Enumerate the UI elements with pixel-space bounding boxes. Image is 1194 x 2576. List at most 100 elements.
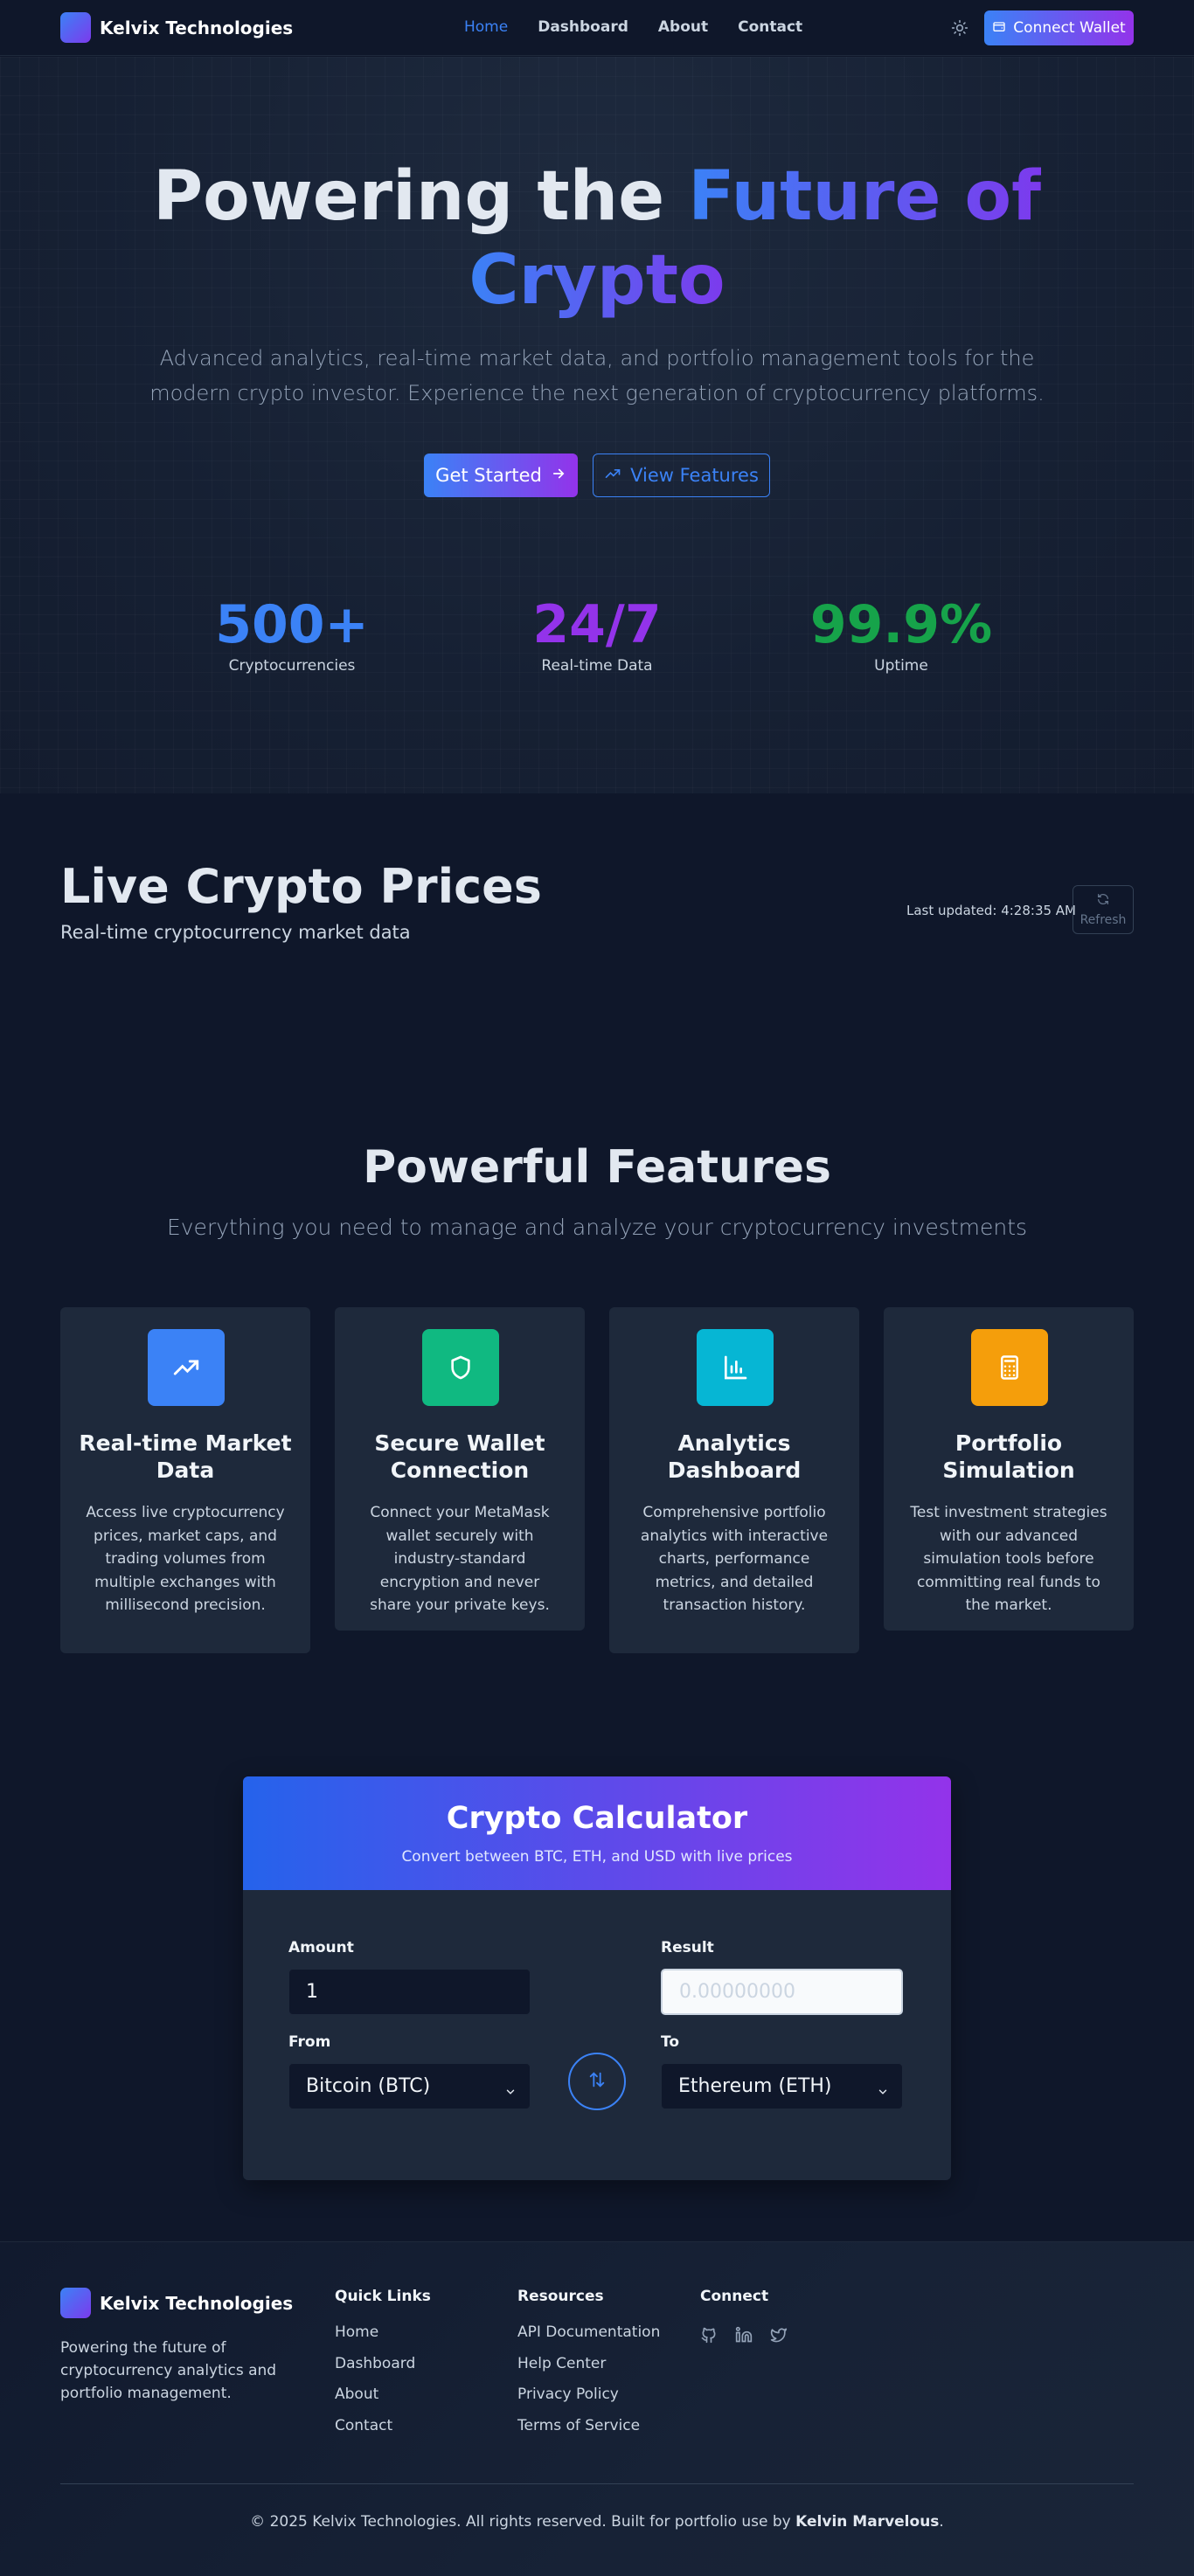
footer-resources: Resources API Documentation Help Center … bbox=[517, 2288, 660, 2441]
card-description: Access live cryptocurrency prices, marke… bbox=[86, 1504, 285, 1614]
hero-title: Powering the Future of Crypto bbox=[0, 155, 1194, 322]
footer-column-title: Quick Links bbox=[335, 2288, 431, 2305]
result-field[interactable]: 0.00000000 bbox=[661, 1969, 903, 2015]
footer-link-help-center[interactable]: Help Center bbox=[517, 2349, 660, 2380]
copyright-period: . bbox=[939, 2513, 944, 2531]
footer-link-contact[interactable]: Contact bbox=[335, 2411, 431, 2442]
footer-quick-links: Quick Links Home Dashboard About Contact bbox=[335, 2288, 431, 2441]
shield-icon bbox=[422, 1329, 499, 1406]
stat-value: 24/7 bbox=[532, 594, 662, 655]
author-name: Kelvin Marvelous bbox=[795, 2513, 940, 2531]
github-icon[interactable] bbox=[700, 2326, 718, 2347]
chevron-down-icon bbox=[504, 2081, 517, 2095]
footer-link-about[interactable]: About bbox=[335, 2379, 431, 2411]
nav-link-home[interactable]: Home bbox=[464, 18, 508, 36]
arrow-right-icon bbox=[551, 465, 566, 486]
calculator-icon bbox=[971, 1329, 1048, 1406]
hero-subtitle: Advanced analytics, real-time market dat… bbox=[149, 346, 1045, 405]
nav-links: Home Dashboard About Contact bbox=[464, 18, 802, 36]
last-updated: Last updated: 4:28:35 AM bbox=[906, 903, 1077, 918]
card-title: Real-time Market Data bbox=[79, 1430, 292, 1483]
footer-divider bbox=[60, 2483, 1134, 2484]
prices-title: Live Crypto Prices bbox=[60, 859, 542, 914]
feature-card-analytics: Analytics Dashboard Comprehensive portfo… bbox=[609, 1307, 859, 1653]
to-label: To bbox=[661, 2033, 680, 2051]
stat-uptime: 99.9% Uptime bbox=[796, 594, 1006, 675]
trending-up-icon bbox=[148, 1329, 225, 1406]
from-select[interactable]: Bitcoin (BTC) bbox=[288, 2063, 531, 2109]
card-title: Secure Wallet Connection bbox=[374, 1430, 545, 1483]
feature-card-wallet: Secure Wallet Connection Connect your Me… bbox=[335, 1307, 585, 1631]
from-select-value: Bitcoin (BTC) bbox=[306, 2075, 431, 2097]
chevron-down-icon bbox=[877, 2081, 889, 2095]
footer-link-terms[interactable]: Terms of Service bbox=[517, 2411, 660, 2442]
to-select[interactable]: Ethereum (ETH) bbox=[661, 2063, 903, 2109]
brand[interactable]: Kelvix Technologies bbox=[60, 12, 293, 43]
nav-link-contact[interactable]: Contact bbox=[738, 18, 802, 36]
footer-logo bbox=[60, 2288, 91, 2318]
brand-name: Kelvix Technologies bbox=[100, 17, 294, 38]
connect-wallet-button[interactable]: Connect Wallet bbox=[984, 10, 1134, 45]
stat-label: Cryptocurrencies bbox=[228, 657, 356, 675]
result-label: Result bbox=[661, 1939, 714, 1956]
footer-link-home[interactable]: Home bbox=[335, 2317, 431, 2349]
get-started-button[interactable]: Get Started bbox=[424, 454, 578, 497]
calculator-title: Crypto Calculator bbox=[446, 1801, 748, 1836]
linkedin-icon[interactable] bbox=[735, 2326, 753, 2347]
trending-up-icon bbox=[604, 465, 621, 487]
card-description: Comprehensive portfolio analytics with i… bbox=[640, 1504, 829, 1614]
refresh-button[interactable]: Refresh bbox=[1073, 885, 1134, 934]
stat-cryptocurrencies: 500+ Cryptocurrencies bbox=[187, 594, 397, 675]
amount-input[interactable]: 1 bbox=[288, 1969, 531, 2015]
refresh-icon bbox=[1096, 892, 1110, 910]
stat-value: 99.9% bbox=[809, 594, 993, 655]
hero-title-gradient-2: Crypto bbox=[469, 241, 725, 320]
nav-link-dashboard[interactable]: Dashboard bbox=[538, 18, 628, 36]
to-select-value: Ethereum (ETH) bbox=[678, 2075, 832, 2097]
sun-icon[interactable] bbox=[951, 19, 968, 37]
calculator-subtitle: Convert between BTC, ETH, and USD with l… bbox=[401, 1848, 793, 1866]
refresh-label: Refresh bbox=[1079, 913, 1127, 927]
card-title: Portfolio Simulation bbox=[942, 1430, 1075, 1483]
footer-column-title: Resources bbox=[517, 2288, 604, 2305]
stat-realtime: 24/7 Real-time Data bbox=[492, 594, 702, 675]
footer-link-api-docs[interactable]: API Documentation bbox=[517, 2317, 660, 2349]
wallet-icon bbox=[992, 19, 1006, 38]
feature-card-market-data: Real-time Market Data Access live crypto… bbox=[60, 1307, 310, 1653]
crypto-calculator: Crypto Calculator Convert between BTC, E… bbox=[243, 1776, 951, 2180]
card-description: Test investment strategies with our adva… bbox=[910, 1504, 1107, 1614]
footer-column-title: Connect bbox=[700, 2288, 769, 2305]
features-subtitle: Everything you need to manage and analyz… bbox=[166, 1215, 1028, 1240]
swap-arrows-icon bbox=[587, 2070, 607, 2093]
swap-button[interactable] bbox=[568, 2053, 626, 2110]
view-features-button[interactable]: View Features bbox=[593, 454, 770, 497]
footer-link-dashboard[interactable]: Dashboard bbox=[335, 2349, 431, 2380]
stat-value: 500+ bbox=[215, 594, 369, 655]
from-label: From bbox=[288, 2033, 331, 2051]
hero-title-plain: Powering the bbox=[152, 157, 665, 236]
footer-copyright: © 2025 Kelvix Technologies. All rights r… bbox=[0, 2513, 1194, 2531]
copyright-text: © 2025 Kelvix Technologies. All rights r… bbox=[250, 2513, 791, 2531]
footer-description: Powering the future of cryptocurrency an… bbox=[60, 2339, 277, 2402]
footer: Kelvix Technologies Powering the future … bbox=[0, 2241, 1194, 2576]
card-description: Connect your MetaMask wallet securely wi… bbox=[370, 1504, 550, 1614]
connect-wallet-label: Connect Wallet bbox=[1013, 19, 1126, 37]
hero-title-gradient-1: Future of bbox=[688, 157, 1042, 236]
footer-brand-name: Kelvix Technologies bbox=[100, 2292, 294, 2314]
get-started-label: Get Started bbox=[435, 465, 542, 486]
feature-card-simulation: Portfolio Simulation Test investment str… bbox=[884, 1307, 1134, 1631]
bar-chart-icon bbox=[697, 1329, 774, 1406]
stat-label: Uptime bbox=[874, 657, 928, 675]
footer-link-privacy[interactable]: Privacy Policy bbox=[517, 2379, 660, 2411]
calculator-header: Crypto Calculator Convert between BTC, E… bbox=[243, 1776, 951, 1890]
twitter-icon[interactable] bbox=[770, 2326, 788, 2347]
footer-connect: Connect bbox=[700, 2288, 768, 2317]
stat-label: Real-time Data bbox=[541, 657, 653, 675]
nav-link-about[interactable]: About bbox=[658, 18, 708, 36]
amount-label: Amount bbox=[288, 1939, 354, 1956]
footer-social bbox=[700, 2326, 788, 2347]
view-features-label: View Features bbox=[630, 465, 759, 486]
footer-brand[interactable]: Kelvix Technologies bbox=[60, 2288, 293, 2318]
features-title: Powerful Features bbox=[363, 1141, 831, 1194]
card-title: Analytics Dashboard bbox=[667, 1430, 802, 1483]
